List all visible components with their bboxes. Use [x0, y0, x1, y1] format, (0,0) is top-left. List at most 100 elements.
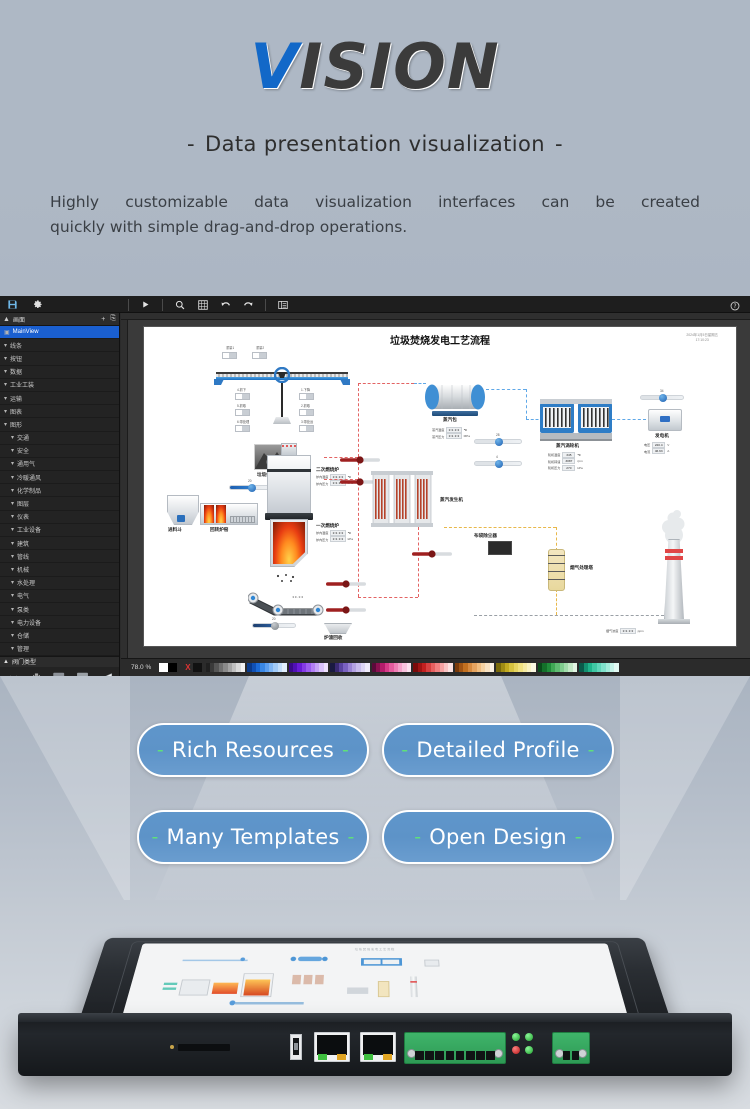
chevron-down-icon[interactable]: ▾ — [4, 381, 7, 388]
palette-item-cone[interactable] — [95, 669, 117, 676]
sidebar-item-15[interactable]: ▾ 工业设备 — [0, 524, 119, 537]
palette-item-actuator[interactable] — [72, 669, 94, 676]
chevron-down-icon[interactable]: ▾ — [4, 368, 7, 375]
canvas-area[interactable]: 垃圾焚烧发电工艺流程 2024年1月5日星期五 17:10:23 重量1 重量2… — [121, 313, 750, 658]
chevron-down-icon[interactable]: ▾ — [11, 434, 14, 441]
chevron-down-icon[interactable]: ▾ — [11, 619, 14, 626]
palette-swatch-9-8[interactable] — [614, 663, 619, 672]
swatch-current[interactable] — [192, 663, 202, 672]
sidebar-item-0[interactable]: ▣ MainView — [0, 326, 119, 340]
undo-icon[interactable] — [219, 298, 232, 311]
generator-load-slider[interactable] — [640, 394, 684, 403]
sidebar-item-2[interactable]: ▾ 按钮 — [0, 352, 119, 366]
sidebar-item-17[interactable]: ▾ 管线 — [0, 550, 119, 564]
ethernet-port-2[interactable] — [360, 1032, 396, 1062]
palette-item-valve-2[interactable] — [25, 669, 47, 676]
chevron-down-icon[interactable]: ▾ — [11, 579, 14, 586]
steam-valve-knob-1[interactable] — [495, 438, 503, 447]
zoom-icon[interactable] — [173, 298, 186, 311]
save-icon[interactable] — [6, 298, 19, 311]
chevron-up-icon[interactable]: ▲ — [3, 316, 10, 323]
sidebar-item-21[interactable]: ▾ 泵类 — [0, 603, 119, 617]
palette-group-1[interactable] — [247, 663, 287, 672]
feature-button-rich-resources[interactable]: - Rich Resources - — [137, 723, 369, 777]
feature-button-open-design[interactable]: - Open Design - — [382, 810, 614, 864]
chevron-down-icon[interactable]: ▾ — [11, 645, 14, 652]
no-color-icon[interactable]: X — [185, 663, 190, 672]
steam-valve-slider-1[interactable] — [474, 438, 522, 447]
chevron-down-icon[interactable]: ▾ — [11, 566, 14, 573]
terminal-block-narrow[interactable] — [552, 1032, 590, 1064]
palette-swatch-3-8[interactable] — [365, 663, 370, 672]
sidebar-item-16[interactable]: ▾ 建筑 — [0, 537, 119, 551]
palette-group-9[interactable] — [579, 663, 619, 672]
component-palette[interactable] — [0, 667, 119, 676]
palette-group-4[interactable] — [371, 663, 412, 672]
chevron-down-icon[interactable]: ▾ — [4, 342, 7, 349]
sidebar-item-18[interactable]: ▾ 机械 — [0, 563, 119, 577]
redo-icon[interactable] — [242, 298, 255, 311]
run-icon[interactable] — [139, 298, 152, 311]
chevron-down-icon[interactable]: ▾ — [11, 540, 14, 547]
chevron-down-icon[interactable]: ▾ — [11, 447, 14, 454]
chevron-down-icon[interactable]: ▾ — [11, 592, 14, 599]
page-icon[interactable]: ▣ — [4, 329, 10, 336]
chevron-down-icon[interactable]: ▾ — [11, 526, 14, 533]
chevron-down-icon[interactable]: ▾ — [11, 606, 14, 613]
color-swatch-pair[interactable] — [159, 663, 178, 672]
steam-valve-knob-2[interactable] — [495, 460, 503, 469]
chevron-down-icon[interactable]: ▾ — [4, 421, 7, 428]
conveyor-speed-knob[interactable] — [271, 622, 279, 631]
chevron-up-icon-palette[interactable]: ▲ — [3, 659, 9, 665]
chevron-down-icon[interactable]: ▾ — [11, 500, 14, 507]
page-options-icon[interactable]: ⎘ — [110, 315, 116, 323]
generator-load-knob[interactable] — [659, 394, 667, 403]
status-color-palette[interactable] — [205, 663, 619, 672]
kiln-speed-knob[interactable] — [248, 484, 256, 493]
valve-red-3[interactable] — [326, 575, 366, 588]
app-sidebar[interactable]: ▲ 画面 + ⎘ ▣ MainView ▾ 线条 ▾ 按钮 ▾ 数据 ▾ 工业工装 ▾ 运输 ▾ 图表 ▾ 图… — [0, 313, 120, 676]
palette-swatch-4-8[interactable] — [406, 663, 412, 672]
palette-swatch-2-8[interactable] — [323, 663, 329, 672]
chevron-down-icon[interactable]: ▾ — [4, 408, 7, 415]
valve-red-1[interactable] — [340, 451, 380, 464]
sd-card-slot[interactable] — [178, 1044, 230, 1051]
palette-group-6[interactable] — [454, 663, 495, 672]
palette-swatch-1-8[interactable] — [282, 663, 287, 672]
steam-valve-slider-2[interactable] — [474, 460, 522, 469]
help-icon[interactable]: ? — [728, 299, 741, 312]
sidebar-item-6[interactable]: ▾ 图表 — [0, 405, 119, 419]
palette-group-7[interactable] — [496, 663, 536, 672]
palette-group-3[interactable] — [330, 663, 370, 672]
sidebar-item-1[interactable]: ▾ 线条 — [0, 339, 119, 353]
feature-button-many-templates[interactable]: - Many Templates - — [137, 810, 369, 864]
sidebar-item-22[interactable]: ▾ 电力设备 — [0, 616, 119, 630]
chevron-down-icon[interactable]: ▾ — [4, 395, 7, 402]
grid-icon[interactable] — [196, 298, 209, 311]
conveyor-speed-slider[interactable] — [252, 622, 296, 631]
palette-item-valve-1[interactable] — [2, 669, 24, 676]
sidebar-item-13[interactable]: ▾ 图层 — [0, 497, 119, 511]
swatch-white[interactable] — [159, 663, 169, 672]
chevron-down-icon[interactable]: ▾ — [11, 460, 14, 467]
sidebar-item-list[interactable]: ▣ MainView ▾ 线条 ▾ 按钮 ▾ 数据 ▾ 工业工装 ▾ 运输 ▾ 图表 ▾ 图形 ▾ 交通 ▾ 安全 ▾ 通… — [0, 326, 119, 656]
valve-red-4[interactable] — [326, 601, 366, 614]
add-page-icon[interactable]: + — [101, 316, 105, 323]
palette-group-2[interactable] — [288, 663, 329, 672]
chevron-down-icon[interactable]: ▾ — [11, 474, 14, 481]
swatch-black[interactable] — [168, 663, 178, 672]
palette-swatch-7-8[interactable] — [531, 663, 536, 672]
chevron-down-icon[interactable]: ▾ — [11, 513, 14, 520]
sidebar-item-10[interactable]: ▾ 通用气 — [0, 458, 119, 472]
sidebar-item-20[interactable]: ▾ 电气 — [0, 590, 119, 603]
palette-group-5[interactable] — [413, 663, 453, 672]
sidebar-item-11[interactable]: ▾ 冷暖通风 — [0, 471, 119, 485]
palette-swatch-8-8[interactable] — [572, 663, 578, 672]
palette-group-0[interactable] — [205, 663, 246, 672]
chevron-down-icon[interactable]: ▾ — [11, 632, 14, 639]
palette-swatch-0-8[interactable] — [240, 663, 246, 672]
sidebar-item-19[interactable]: ▾ 水处理 — [0, 577, 119, 590]
usb-port[interactable] — [290, 1034, 302, 1060]
feature-button-detailed-profile[interactable]: - Detailed Profile - — [382, 723, 614, 777]
sidebar-item-14[interactable]: ▾ 仪表 — [0, 511, 119, 524]
